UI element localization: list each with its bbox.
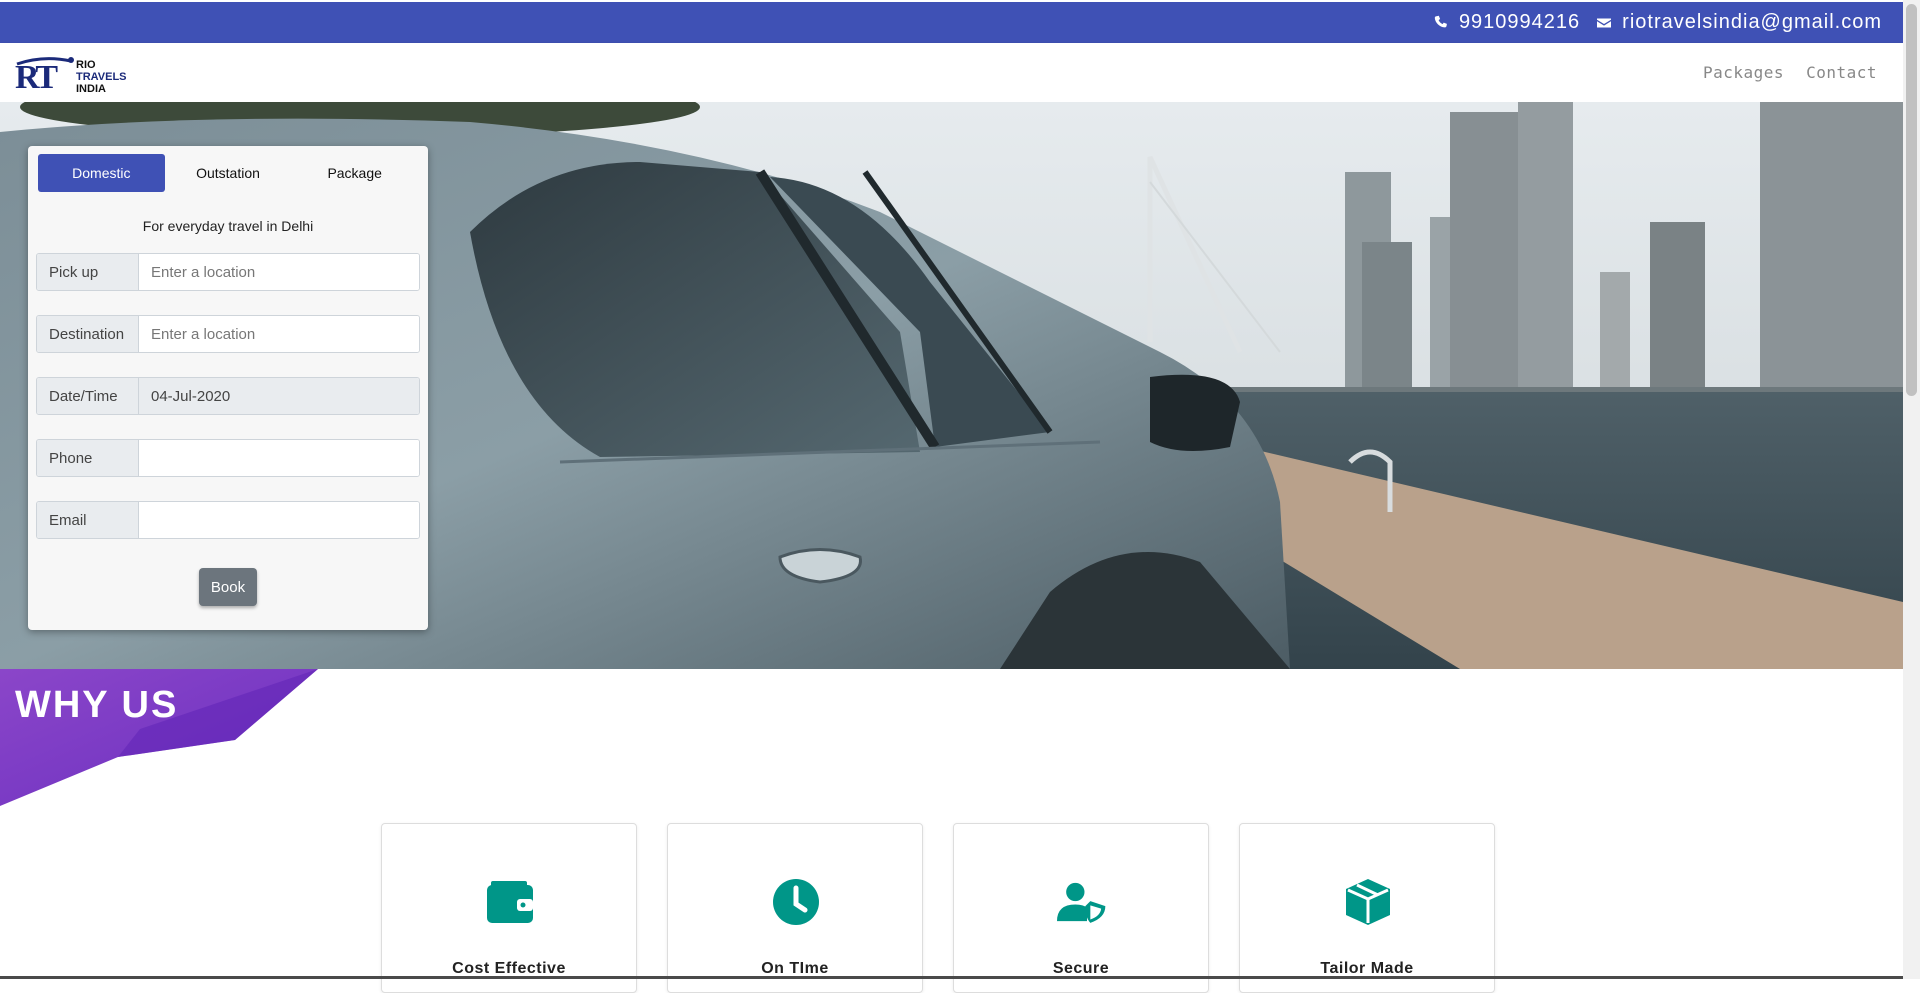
- phone-input[interactable]: [139, 440, 419, 476]
- feature-card-ontime: On TIme: [667, 823, 923, 993]
- why-us-title: WHY US: [15, 684, 179, 726]
- destination-label: Destination: [37, 316, 139, 352]
- features-row: Cost Effective On TIme Secure Tailor Mad…: [381, 823, 1495, 993]
- feature-card-tailor: Tailor Made: [1239, 823, 1495, 993]
- email-input[interactable]: [139, 502, 419, 538]
- pickup-label: Pick up: [37, 254, 139, 290]
- feature-card-cost: Cost Effective: [381, 823, 637, 993]
- booking-type-tabs: Domestic Outstation Package: [38, 154, 418, 192]
- booking-subtitle: For everyday travel in Delhi: [142, 218, 314, 234]
- nav-packages-link[interactable]: Packages: [1703, 63, 1784, 82]
- scrollbar-thumb[interactable]: [1906, 4, 1917, 396]
- tab-package[interactable]: Package: [291, 154, 418, 192]
- datetime-input[interactable]: [139, 378, 419, 414]
- contact-bar: 9910994216 riotravelsindia@gmail.com: [0, 2, 1903, 43]
- phone-number: 9910994216: [1458, 11, 1581, 33]
- destination-row: Destination: [36, 315, 420, 353]
- wallet-icon: [487, 881, 533, 923]
- page-scrollbar[interactable]: [1903, 0, 1920, 979]
- svg-text:TRAVELS: TRAVELS: [76, 71, 127, 83]
- booking-form-card: Domestic Outstation Package For everyday…: [28, 146, 428, 630]
- tab-outstation[interactable]: Outstation: [165, 154, 292, 192]
- brand-logo[interactable]: RT RIO TRAVELS INDIA: [15, 51, 145, 95]
- email-row: Email: [36, 501, 420, 539]
- svg-text:RIO: RIO: [76, 59, 96, 71]
- phone-label: Phone: [37, 440, 139, 476]
- book-button[interactable]: Book: [199, 568, 257, 606]
- box-icon: [1346, 879, 1390, 925]
- pickup-input[interactable]: [139, 254, 419, 290]
- pickup-row: Pick up: [36, 253, 420, 291]
- user-shield-icon: [1057, 882, 1106, 923]
- phone-contact[interactable]: 9910994216: [1433, 11, 1580, 34]
- phone-row: Phone: [36, 439, 420, 477]
- email-contact[interactable]: riotravelsindia@gmail.com: [1596, 11, 1882, 34]
- datetime-label: Date/Time: [37, 378, 139, 414]
- tab-domestic[interactable]: Domestic: [38, 154, 165, 192]
- nav-contact-link[interactable]: Contact: [1806, 63, 1877, 82]
- main-navbar: RT RIO TRAVELS INDIA Packages Contact: [0, 43, 1903, 102]
- svg-text:RT: RT: [15, 59, 58, 95]
- clock-icon: [773, 879, 819, 925]
- phone-icon: [1434, 15, 1447, 27]
- datetime-row: Date/Time: [36, 377, 420, 415]
- email-label: Email: [37, 502, 139, 538]
- email-address: riotravelsindia@gmail.com: [1622, 11, 1882, 33]
- envelope-icon: [1597, 18, 1612, 27]
- destination-input[interactable]: [139, 316, 419, 352]
- feature-card-secure: Secure: [953, 823, 1209, 993]
- svg-text:INDIA: INDIA: [76, 83, 106, 95]
